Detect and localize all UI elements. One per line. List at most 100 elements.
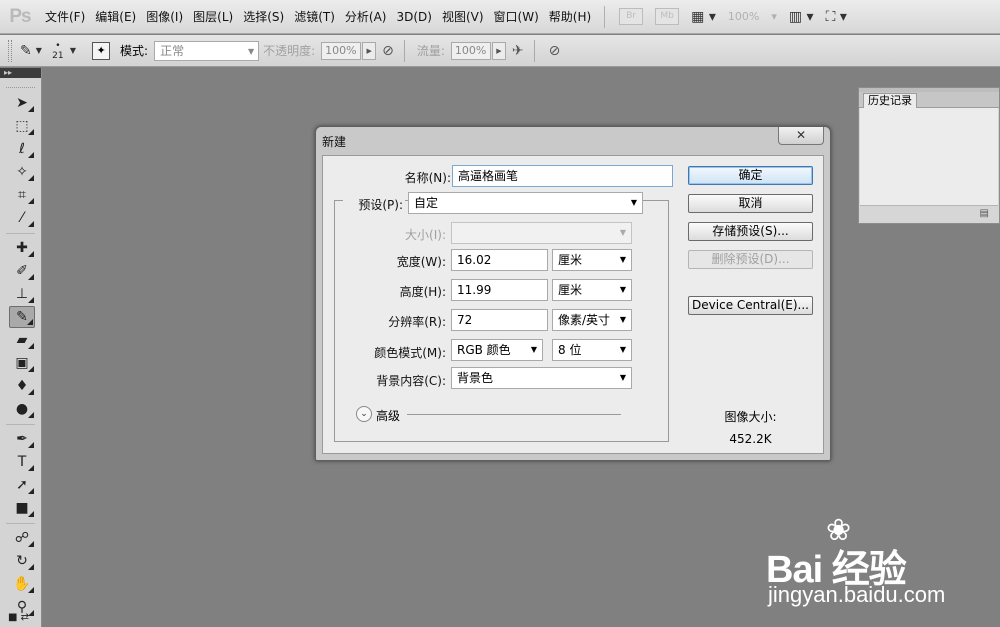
tools-panel-collapse-icon[interactable]: ▸▸ xyxy=(0,68,41,78)
airbrush-icon[interactable]: ✈ xyxy=(512,43,524,59)
height-unit-value: 厘米 xyxy=(558,283,583,297)
panel-menu-icon[interactable]: ▤ xyxy=(980,208,989,219)
flow-label: 流量: xyxy=(416,44,445,58)
dialog-title: 新建 xyxy=(322,135,347,149)
tools-panel-grip[interactable] xyxy=(6,80,35,88)
3d-orbit-tool-icon[interactable]: ↻ xyxy=(9,550,35,572)
swap-colors-icon[interactable]: ■ ⇄ xyxy=(8,612,29,623)
bridge-button[interactable]: Br xyxy=(619,8,644,25)
brush-tool-icon[interactable]: ✐ xyxy=(9,260,35,282)
baidu-jingyan-watermark: ❀ Bai 经验 jingyan.baidu.com xyxy=(760,516,990,616)
3d-rotate-tool-icon[interactable]: ☍ xyxy=(9,527,35,549)
zoom-dropdown-icon[interactable]: ▾ xyxy=(771,10,777,23)
menu-help[interactable]: 帮助(H) xyxy=(544,8,596,25)
view-extras-icon[interactable]: ▦ ▾ xyxy=(691,9,716,25)
pressure-opacity-icon[interactable]: ⊘ xyxy=(382,43,394,59)
menu-analysis[interactable]: 分析(A) xyxy=(340,8,392,25)
tab-history[interactable]: 历史记录 xyxy=(863,93,917,108)
panel-tab-row: 历史记录 xyxy=(859,92,999,108)
dialog-body: 名称(N): 高逼格画笔 预设(P): 自定 ▼ 大小(I): ▼ 宽度(W):… xyxy=(322,155,824,454)
brush-preset-picker[interactable]: • 21 xyxy=(48,41,68,61)
bit-depth-select[interactable]: 8 位 ▼ xyxy=(552,339,632,361)
height-unit-select[interactable]: 厘米 ▼ xyxy=(552,279,632,301)
mixer-brush-tool-icon[interactable]: ✎ xyxy=(20,43,32,59)
menu-file[interactable]: 文件(F) xyxy=(40,8,90,25)
zoom-level[interactable]: 100% xyxy=(728,10,759,23)
chevron-down-icon: ▼ xyxy=(619,255,626,264)
advanced-expand-button[interactable]: ⌄ xyxy=(356,406,372,422)
color-mode-select[interactable]: RGB 颜色 ▼ xyxy=(451,339,543,361)
eraser-tool-icon[interactable]: ▰ xyxy=(9,329,35,351)
blend-mode-value: 正常 xyxy=(160,44,185,58)
healing-brush-tool-icon[interactable]: ✚ xyxy=(9,237,35,259)
options-separator-2 xyxy=(533,39,535,62)
menu-select[interactable]: 选择(S) xyxy=(238,8,289,25)
chevron-down-icon: ▼ xyxy=(619,345,626,354)
photoshop-logo: Ps xyxy=(9,5,31,27)
width-unit-select[interactable]: 厘米 ▼ xyxy=(552,249,632,271)
gradient-tool-icon[interactable]: ▣ xyxy=(9,352,35,374)
flow-input[interactable]: 100% xyxy=(450,41,491,60)
hand-tool-icon[interactable]: ✋ xyxy=(9,573,35,595)
resolution-unit-select[interactable]: 像素/英寸 ▼ xyxy=(552,309,632,331)
move-tool-icon[interactable]: ➤ xyxy=(9,92,35,114)
opacity-slider-button[interactable]: ▶ xyxy=(362,41,377,60)
background-select[interactable]: 背景色 ▼ xyxy=(451,367,632,389)
rectangle-tool-icon[interactable]: ■ xyxy=(9,497,35,519)
menu-image[interactable]: 图像(I) xyxy=(141,8,188,25)
opacity-input[interactable]: 100% xyxy=(321,41,362,60)
advanced-label[interactable]: 高级 xyxy=(376,407,400,424)
close-button[interactable]: ✕ xyxy=(778,127,824,145)
menu-layer[interactable]: 图层(L) xyxy=(188,8,238,25)
clone-stamp-tool-icon[interactable]: ⊥ xyxy=(9,283,35,305)
blur-tool-icon[interactable]: ♦ xyxy=(9,375,35,397)
lasso-tool-icon[interactable]: ℓ xyxy=(9,138,35,160)
ok-button[interactable]: 确定 xyxy=(688,166,813,185)
brush-caret-icon[interactable]: ▼ xyxy=(70,46,76,55)
brush-panel-toggle-icon[interactable]: ✦ xyxy=(92,41,111,60)
tools-panel: ▸▸ ➤ ⬚ ℓ ✧ ⌗ ⁄ ✚ ✐ ⊥ ✎ ▰ ▣ ♦ ● ✒ T ➚ ■ ☍… xyxy=(0,68,42,627)
blend-mode-select[interactable]: 正常 ▼ xyxy=(154,40,260,61)
name-label: 名称(N): xyxy=(404,171,451,185)
pressure-size-icon[interactable]: ⊘ xyxy=(549,43,561,59)
background-value: 背景色 xyxy=(457,371,494,385)
advanced-divider xyxy=(407,414,621,415)
width-input[interactable]: 16.02 xyxy=(451,249,548,271)
color-mode-label: 颜色模式(M): xyxy=(374,346,446,360)
menu-window[interactable]: 窗口(W) xyxy=(489,8,544,25)
flow-slider-button[interactable]: ▶ xyxy=(491,41,506,60)
quick-selection-tool-icon[interactable]: ✧ xyxy=(9,161,35,183)
eyedropper-tool-icon[interactable]: ⁄ xyxy=(9,207,35,229)
preset-label: 预设(P): xyxy=(343,196,405,213)
mode-label: 模式: xyxy=(120,44,149,58)
name-input[interactable]: 高逼格画笔 xyxy=(452,165,673,187)
pen-tool-icon[interactable]: ✒ xyxy=(9,428,35,450)
path-selection-tool-icon[interactable]: ➚ xyxy=(9,474,35,496)
save-preset-button[interactable]: 存储预设(S)... xyxy=(688,222,813,241)
menu-edit[interactable]: 编辑(E) xyxy=(90,8,141,25)
size-label: 大小(I): xyxy=(405,228,446,242)
mini-bridge-button[interactable]: Mb xyxy=(655,8,680,25)
height-input[interactable]: 11.99 xyxy=(451,279,548,301)
history-panel-footer: ▤ xyxy=(859,206,999,222)
chevron-down-icon: ▼ xyxy=(530,345,537,354)
tool-preset-caret-icon[interactable]: ▼ xyxy=(36,46,42,55)
screen-mode-icon[interactable]: ⛶ ▾ xyxy=(826,9,847,25)
arrange-documents-icon[interactable]: ▥ ▾ xyxy=(789,9,814,25)
preset-select[interactable]: 自定 ▼ xyxy=(408,192,643,214)
dodge-tool-icon[interactable]: ● xyxy=(9,398,35,420)
mixer-brush-tool-active-icon[interactable]: ✎ xyxy=(9,306,35,328)
menu-filter[interactable]: 滤镜(T) xyxy=(289,8,340,25)
resolution-input[interactable]: 72 xyxy=(451,309,548,331)
marquee-tool-icon[interactable]: ⬚ xyxy=(9,115,35,137)
crop-tool-icon[interactable]: ⌗ xyxy=(9,184,35,206)
device-central-button[interactable]: Device Central(E)... xyxy=(688,296,813,315)
double-chevron-down-icon: ⌄ xyxy=(360,409,368,419)
width-label: 宽度(W): xyxy=(396,255,446,269)
menu-3d[interactable]: 3D(D) xyxy=(391,10,436,24)
cancel-button[interactable]: 取消 xyxy=(688,194,813,213)
menu-view[interactable]: 视图(V) xyxy=(437,8,489,25)
close-icon: ✕ xyxy=(795,128,807,142)
type-tool-icon[interactable]: T xyxy=(9,451,35,473)
options-bar-grip[interactable] xyxy=(8,39,12,62)
